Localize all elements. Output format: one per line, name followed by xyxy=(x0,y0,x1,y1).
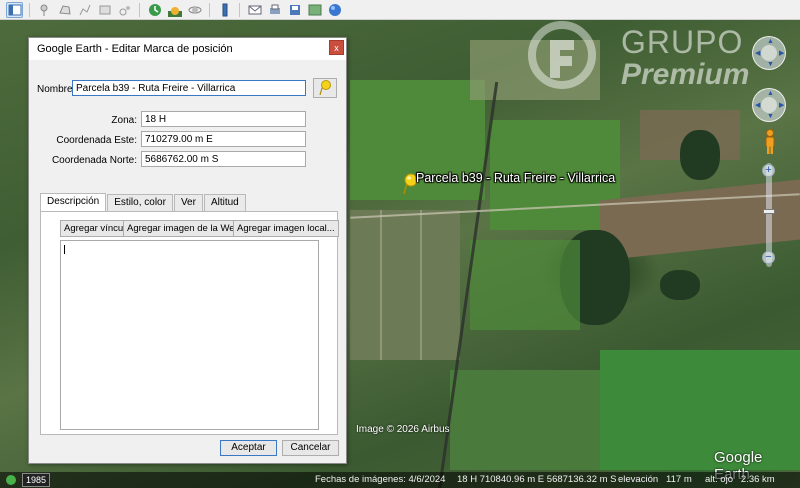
watermark-text-premium: Premium xyxy=(621,58,750,91)
eye-altitude-readout: alt. ojo 2.36 km xyxy=(705,474,775,485)
print-icon[interactable] xyxy=(266,2,283,18)
north-coordinate-field[interactable]: 5686762.00 m S xyxy=(141,151,306,167)
tab-descripcion[interactable]: Descripción xyxy=(40,193,107,211)
earth-icon[interactable] xyxy=(326,2,343,18)
add-image-overlay-icon[interactable] xyxy=(96,2,113,18)
parcel-subdivision xyxy=(350,210,460,360)
toolbar-separator xyxy=(139,2,140,17)
accept-button[interactable]: Aceptar xyxy=(220,440,277,456)
toolbar-separator xyxy=(29,2,30,17)
description-textarea[interactable] xyxy=(60,240,319,430)
look-around-control[interactable]: ▲ ▼ ◀ ▶ xyxy=(752,36,786,70)
tab-altitud[interactable]: Altitud xyxy=(203,194,246,211)
green-field xyxy=(450,370,600,470)
dialog-title: Google Earth - Editar Marca de posición xyxy=(37,43,233,55)
historical-imagery-icon[interactable] xyxy=(146,2,163,18)
north-coordinate-label: Coordenada Norte: xyxy=(51,155,137,166)
close-button[interactable]: x xyxy=(329,40,344,55)
view-in-maps-icon[interactable] xyxy=(306,2,323,18)
imagery-date: Fechas de imágenes: 4/6/2024 xyxy=(315,474,446,485)
sidebar-toggle-icon[interactable] xyxy=(6,1,23,18)
description-tab-panel: Agregar vínculo Agregar imagen de la Web… xyxy=(40,211,339,435)
name-field[interactable]: Parcela b39 - Ruta Freire - Villarrica xyxy=(72,80,306,96)
placemark-icon-button[interactable] xyxy=(313,78,337,98)
sunlight-icon[interactable] xyxy=(166,2,183,18)
yellow-pushpin-icon xyxy=(319,80,331,96)
historical-imagery-indicator-icon[interactable] xyxy=(6,475,16,485)
add-path-icon[interactable] xyxy=(76,2,93,18)
imagery-copyright: Image © 2026 Airbus xyxy=(356,424,450,435)
grupo-premium-watermark-logo xyxy=(528,21,596,89)
record-tour-icon[interactable] xyxy=(116,2,133,18)
historical-year[interactable]: 1985 xyxy=(22,473,51,487)
zoom-out-button[interactable]: − xyxy=(762,251,775,264)
cursor-coordinates: 18 H 710840.96 m E 5687136.32 m S xyxy=(457,474,617,485)
road xyxy=(380,210,382,360)
dialog-titlebar[interactable]: Google Earth - Editar Marca de posición … xyxy=(29,38,346,60)
add-placemark-icon[interactable] xyxy=(36,2,53,18)
elevation-readout: elevación 117 m xyxy=(618,474,692,485)
toolbar-separator xyxy=(209,2,210,17)
forest xyxy=(660,270,700,300)
email-icon[interactable] xyxy=(246,2,263,18)
east-coordinate-field[interactable]: 710279.00 m E xyxy=(141,131,306,147)
planets-icon[interactable] xyxy=(186,2,203,18)
road xyxy=(420,210,422,360)
text-caret xyxy=(64,245,65,254)
ruler-icon[interactable] xyxy=(216,2,233,18)
watermark-text-grupo: GRUPO xyxy=(621,24,744,60)
zoom-in-button[interactable]: + xyxy=(762,164,775,177)
status-bar: 1985 Fechas de imágenes: 4/6/2024 18 H 7… xyxy=(0,472,800,488)
placemark-label[interactable]: Parcela b39 - Ruta Freire - Villarrica xyxy=(416,171,615,185)
toolbar-separator xyxy=(239,2,240,17)
zone-label: Zona: xyxy=(111,115,137,126)
green-field xyxy=(470,240,580,330)
name-label: Nombre: xyxy=(37,84,76,95)
move-control[interactable]: ▲ ▼ ◀ ▶ xyxy=(752,88,786,122)
edit-placemark-dialog: Google Earth - Editar Marca de posición … xyxy=(28,37,347,464)
tab-ver[interactable]: Ver xyxy=(173,194,203,211)
main-toolbar xyxy=(0,0,800,20)
save-image-icon[interactable] xyxy=(286,2,303,18)
east-coordinate-label: Coordenada Este: xyxy=(56,135,137,146)
add-polygon-icon[interactable] xyxy=(56,2,73,18)
street-view-pegman-icon[interactable] xyxy=(764,129,776,155)
zoom-slider-handle[interactable] xyxy=(763,209,775,214)
add-local-image-button[interactable]: Agregar imagen local... xyxy=(233,220,339,237)
dialog-tabs: Descripción Estilo, color Ver Altitud xyxy=(40,193,247,211)
forest xyxy=(680,130,720,180)
zone-field[interactable]: 18 H xyxy=(141,111,306,127)
tab-estilo-color[interactable]: Estilo, color xyxy=(107,194,173,211)
cancel-button[interactable]: Cancelar xyxy=(282,440,339,456)
